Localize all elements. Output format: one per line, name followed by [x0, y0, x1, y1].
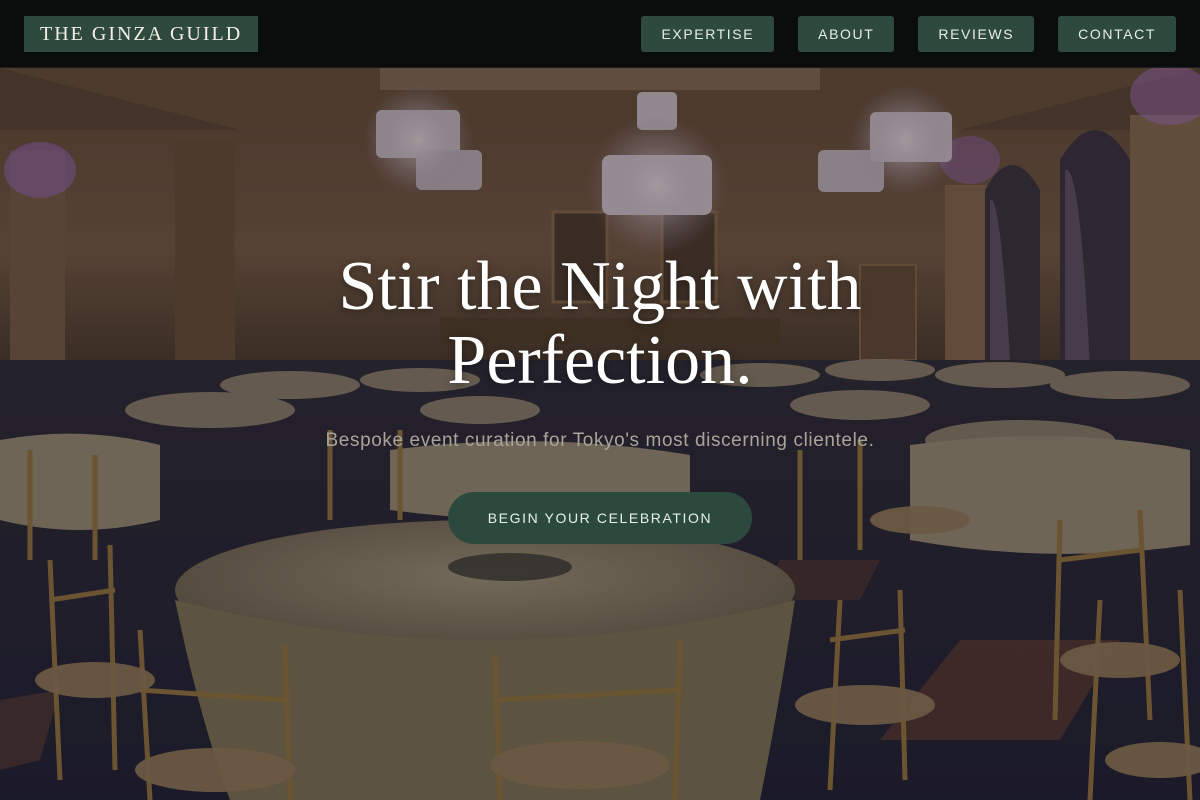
- nav-links: EXPERTISE ABOUT REVIEWS CONTACT: [641, 15, 1176, 52]
- nav-reviews-button[interactable]: REVIEWS: [918, 15, 1035, 52]
- hero-subtitle: Bespoke event curation for Tokyo's most …: [325, 430, 875, 451]
- brand-logo[interactable]: THE GINZA GUILD: [24, 15, 259, 52]
- hero-content: Stir the Night with Perfection. Bespoke …: [0, 250, 1200, 544]
- top-navbar: THE GINZA GUILD EXPERTISE ABOUT REVIEWS …: [0, 0, 1200, 68]
- nav-about-button[interactable]: ABOUT: [798, 15, 895, 52]
- hero-title: Stir the Night with Perfection.: [338, 248, 862, 399]
- nav-contact-button[interactable]: CONTACT: [1058, 15, 1176, 52]
- nav-expertise-button[interactable]: EXPERTISE: [641, 15, 775, 52]
- begin-celebration-button[interactable]: BEGIN YOUR CELEBRATION: [447, 492, 753, 544]
